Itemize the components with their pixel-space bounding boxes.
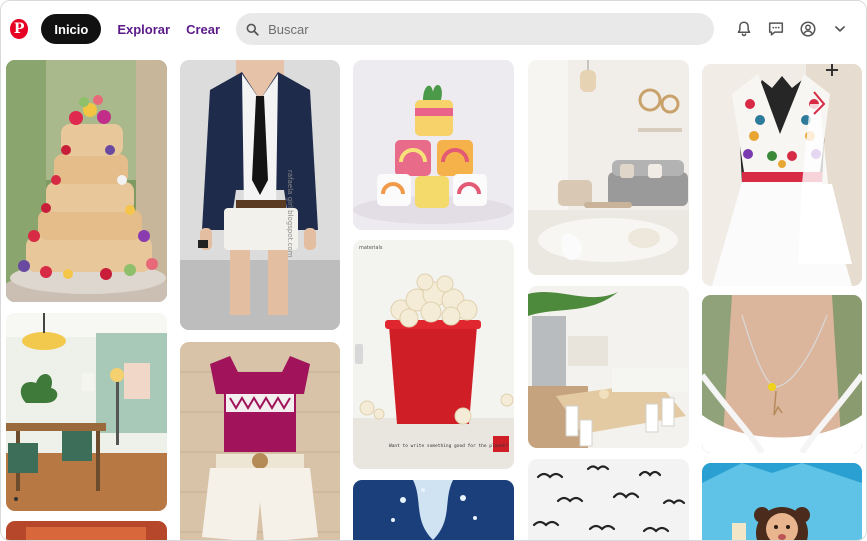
dining-room-image xyxy=(6,313,167,511)
pin-water-splash[interactable] xyxy=(353,480,514,540)
pin-girl-art[interactable] xyxy=(702,463,862,540)
pin-cake[interactable] xyxy=(6,60,167,302)
pin-popcorn[interactable]: materials Want to write something good f… xyxy=(353,240,514,469)
cake-image xyxy=(6,60,167,302)
search-placeholder: Buscar xyxy=(268,21,309,37)
popcorn-image: materials Want to write something good f… xyxy=(353,240,514,469)
logo-letter: P xyxy=(13,21,25,37)
pin-living-room[interactable] xyxy=(528,60,689,275)
pin-kitchen-dining[interactable] xyxy=(528,286,689,448)
water-splash-image xyxy=(353,480,514,540)
chevron-down-icon[interactable] xyxy=(824,13,856,45)
chat-icon[interactable] xyxy=(760,13,792,45)
create-link[interactable]: Crear xyxy=(186,22,220,37)
top-nav: P Inicio Explorar Crear Buscar xyxy=(1,1,866,57)
header-icons xyxy=(728,13,856,45)
pin-birds-wallpaper[interactable] xyxy=(528,459,689,540)
embroidered-dress-image xyxy=(702,64,862,286)
pin-outfit-blazer[interactable]: rafaela girl blogspot.com xyxy=(180,60,340,330)
painted-pots-image xyxy=(353,60,514,230)
pin-necklace[interactable] xyxy=(702,295,862,453)
popcorn-top-label: materials xyxy=(359,245,383,251)
partial-image xyxy=(6,521,167,540)
pin-outfit-top-shorts[interactable] xyxy=(180,342,340,540)
pin-dining-room[interactable] xyxy=(6,313,167,511)
living-room-image xyxy=(528,60,689,275)
explore-link[interactable]: Explorar xyxy=(117,22,170,37)
necklace-image xyxy=(702,295,862,453)
account-icon[interactable] xyxy=(792,13,824,45)
pin-column1-partial[interactable] xyxy=(6,521,167,540)
home-tab[interactable]: Inicio xyxy=(41,14,102,44)
birds-wallpaper-image xyxy=(528,459,689,540)
pin-painted-pots[interactable] xyxy=(353,60,514,230)
bell-icon[interactable] xyxy=(728,13,760,45)
search-icon xyxy=(246,23,259,36)
browser-frame: P Inicio Explorar Crear Buscar rafaela g… xyxy=(0,0,867,541)
search-bar[interactable]: Buscar xyxy=(236,13,714,45)
kitchen-dining-image xyxy=(528,286,689,448)
top-shorts-image xyxy=(180,342,340,540)
girl-art-image xyxy=(702,463,862,540)
popcorn-caption: Want to write something good for the pla… xyxy=(389,443,508,449)
pinterest-logo-icon[interactable]: P xyxy=(10,19,29,39)
pin-embroidered-dress[interactable] xyxy=(702,64,862,286)
blazer-outfit-image: rafaela girl blogspot.com xyxy=(180,60,340,330)
watermark-text: rafaela girl blogspot.com xyxy=(286,170,294,258)
